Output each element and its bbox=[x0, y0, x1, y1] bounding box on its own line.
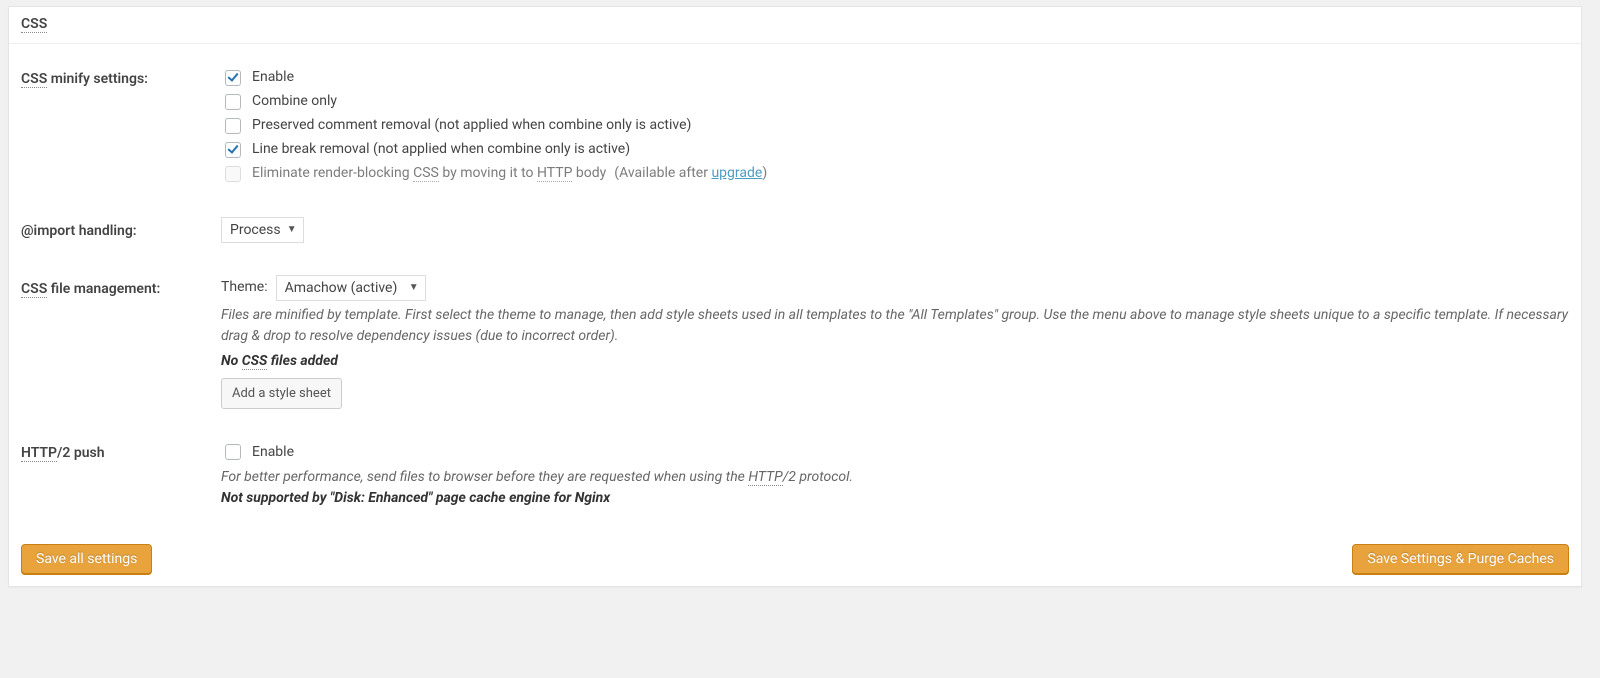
label-css-minify: CSS minify settings: bbox=[21, 50, 221, 202]
http2-description: For better performance, send files to br… bbox=[221, 467, 1569, 488]
label-css-file-management: CSS file management: bbox=[21, 260, 221, 425]
no-css-files-msg: No CSS files added bbox=[221, 351, 1569, 372]
section-title-abbr: CSS bbox=[21, 16, 47, 33]
save-all-settings-button[interactable]: Save all settings bbox=[21, 544, 152, 574]
label-css-minify-suffix: minify settings: bbox=[47, 71, 148, 87]
upgrade-link[interactable]: upgrade bbox=[711, 165, 762, 181]
checkbox-eliminate-render-blocking bbox=[225, 166, 241, 182]
checkbox-enable[interactable] bbox=[225, 70, 241, 86]
upgrade-note: (Available after upgrade) bbox=[614, 163, 767, 184]
file-management-description: Files are minified by template. First se… bbox=[221, 305, 1569, 347]
label-css-minify-abbr: CSS bbox=[21, 71, 47, 88]
checkbox-preserved-comment[interactable] bbox=[225, 118, 241, 134]
checkbox-eliminate-label: Eliminate render-blocking CSS by moving … bbox=[252, 163, 606, 184]
theme-label: Theme: bbox=[221, 277, 268, 298]
section-title: CSS bbox=[9, 7, 1581, 44]
http2-not-supported: Not supported by "Disk: Enhanced" page c… bbox=[221, 488, 1569, 509]
checkbox-combine-only[interactable] bbox=[225, 94, 241, 110]
label-http2-push: HTTP/2 push bbox=[21, 424, 221, 524]
add-style-sheet-button[interactable]: Add a style sheet bbox=[221, 378, 342, 410]
checkbox-enable-label: Enable bbox=[252, 67, 294, 88]
checkbox-line-break-label: Line break removal (not applied when com… bbox=[252, 139, 630, 160]
css-settings-panel: CSS CSS minify settings: Enable bbox=[8, 6, 1582, 587]
checkbox-combine-only-label: Combine only bbox=[252, 91, 337, 112]
checkbox-preserved-comment-label: Preserved comment removal (not applied w… bbox=[252, 115, 691, 136]
checkbox-http2-enable-label: Enable bbox=[252, 442, 294, 463]
select-import-handling[interactable]: Process bbox=[221, 217, 304, 243]
select-theme[interactable]: Amachow (active) bbox=[276, 275, 426, 301]
checkbox-line-break[interactable] bbox=[225, 142, 241, 158]
save-purge-caches-button[interactable]: Save Settings & Purge Caches bbox=[1352, 544, 1569, 574]
label-import-handling: @import handling: bbox=[21, 202, 221, 260]
checkbox-http2-enable[interactable] bbox=[225, 444, 241, 460]
